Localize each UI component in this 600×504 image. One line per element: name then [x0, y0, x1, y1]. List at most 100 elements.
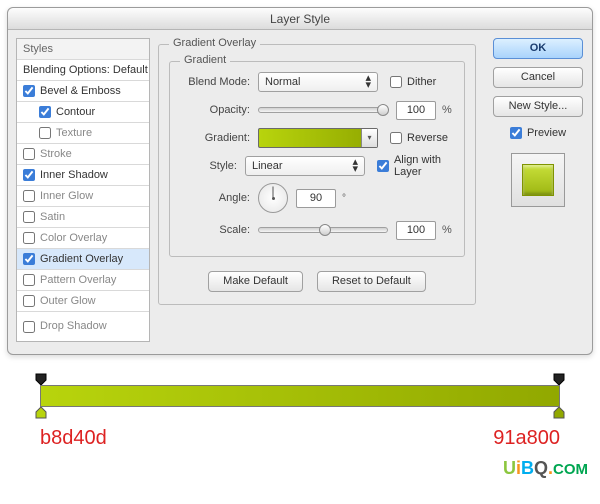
checkbox-inner-shadow[interactable]	[23, 169, 35, 181]
sidebar-item-contour[interactable]: Contour	[17, 102, 149, 123]
checkbox-align-input[interactable]	[377, 160, 389, 172]
checkbox-contour[interactable]	[39, 106, 51, 118]
sidebar-item-gradient-overlay[interactable]: Gradient Overlay	[17, 249, 149, 270]
hex-right: 91a800	[493, 427, 560, 450]
label-angle: Angle:	[180, 192, 258, 204]
slider-knob[interactable]	[319, 224, 331, 236]
dialog-body: Styles Blending Options: Default Bevel &…	[8, 30, 592, 354]
group-gradient: Gradient Blend Mode: Normal ▴▾ Dither Op…	[169, 61, 465, 257]
sidebar-item-bevel-emboss[interactable]: Bevel & Emboss	[17, 81, 149, 102]
sidebar-header-styles[interactable]: Styles	[17, 39, 149, 60]
sidebar-label: Blending Options: Default	[23, 60, 148, 81]
unit-degree: °	[342, 193, 346, 204]
checkbox-align-label: Align with Layer	[394, 154, 454, 178]
sidebar-label: Pattern Overlay	[40, 270, 116, 291]
sidebar-item-outer-glow[interactable]: Outer Glow	[17, 291, 149, 312]
checkbox-dither-label: Dither	[407, 76, 436, 88]
select-style[interactable]: Linear ▴▾	[245, 156, 365, 176]
watermark: UiBQ.CoM	[0, 458, 588, 479]
hex-labels: b8d40d 91a800	[40, 427, 560, 450]
angle-dial[interactable]	[258, 183, 288, 213]
checkbox-outer-glow[interactable]	[23, 295, 35, 307]
checkbox-dither-input[interactable]	[390, 76, 402, 88]
checkbox-gradient-overlay[interactable]	[23, 253, 35, 265]
right-column: OK Cancel New Style... Preview	[486, 38, 582, 342]
sidebar-item-satin[interactable]: Satin	[17, 207, 149, 228]
row-style: Style: Linear ▴▾ Align with Layer	[180, 152, 454, 180]
gradient-swatch[interactable]: ▾	[258, 128, 378, 148]
sidebar-label: Stroke	[40, 144, 72, 165]
sidebar-item-pattern-overlay[interactable]: Pattern Overlay	[17, 270, 149, 291]
checkbox-satin[interactable]	[23, 211, 35, 223]
slider-opacity[interactable]	[258, 107, 388, 113]
sidebar-item-blending-options[interactable]: Blending Options: Default	[17, 60, 149, 81]
opacity-stop-right[interactable]	[553, 373, 565, 385]
checkbox-align-layer[interactable]: Align with Layer	[377, 154, 454, 178]
sidebar-label: Outer Glow	[40, 291, 96, 312]
checkbox-preview[interactable]: Preview	[510, 127, 566, 139]
row-opacity: Opacity: 100 %	[180, 96, 454, 124]
subgroup-title: Gradient	[180, 54, 230, 66]
sidebar-label: Inner Shadow	[40, 165, 108, 186]
label-gradient: Gradient:	[180, 132, 258, 144]
gradient-dropdown-icon[interactable]: ▾	[361, 129, 377, 147]
opacity-stop-left[interactable]	[35, 373, 47, 385]
styles-sidebar: Styles Blending Options: Default Bevel &…	[16, 38, 150, 342]
checkbox-color-overlay[interactable]	[23, 232, 35, 244]
checkbox-stroke[interactable]	[23, 148, 35, 160]
row-angle: Angle: 90 °	[180, 180, 454, 216]
preview-box	[511, 153, 565, 207]
checkbox-reverse-input[interactable]	[390, 132, 402, 144]
preview-swatch	[522, 164, 554, 196]
checkbox-drop-shadow[interactable]	[23, 321, 35, 333]
chevrons-icon: ▴▾	[352, 159, 358, 173]
sidebar-item-stroke[interactable]: Stroke	[17, 144, 149, 165]
label-blend-mode: Blend Mode:	[180, 76, 258, 88]
checkbox-texture[interactable]	[39, 127, 51, 139]
sidebar-item-inner-shadow[interactable]: Inner Shadow	[17, 165, 149, 186]
sidebar-label: Contour	[56, 102, 95, 123]
ok-button[interactable]: OK	[493, 38, 583, 59]
checkbox-pattern-overlay[interactable]	[23, 274, 35, 286]
slider-knob[interactable]	[377, 104, 389, 116]
reset-default-button[interactable]: Reset to Default	[317, 271, 426, 292]
select-blend-mode[interactable]: Normal ▴▾	[258, 72, 378, 92]
checkbox-inner-glow[interactable]	[23, 190, 35, 202]
sidebar-item-color-overlay[interactable]: Color Overlay	[17, 228, 149, 249]
input-opacity[interactable]: 100	[396, 101, 436, 120]
label-scale: Scale:	[180, 224, 258, 236]
row-blend-mode: Blend Mode: Normal ▴▾ Dither	[180, 68, 454, 96]
make-default-button[interactable]: Make Default	[208, 271, 303, 292]
sidebar-item-inner-glow[interactable]: Inner Glow	[17, 186, 149, 207]
row-gradient: Gradient: ▾ Reverse	[180, 124, 454, 152]
slider-scale[interactable]	[258, 227, 388, 233]
new-style-button[interactable]: New Style...	[493, 96, 583, 117]
checkbox-preview-input[interactable]	[510, 127, 522, 139]
select-value: Normal	[265, 76, 300, 88]
cancel-button[interactable]: Cancel	[493, 67, 583, 88]
sidebar-label: Drop Shadow	[40, 316, 107, 337]
hex-left: b8d40d	[40, 427, 107, 450]
sidebar-label: Gradient Overlay	[40, 249, 123, 270]
select-value: Linear	[252, 160, 283, 172]
sidebar-label: Color Overlay	[40, 228, 107, 249]
group-title: Gradient Overlay	[169, 37, 260, 49]
input-scale[interactable]: 100	[396, 221, 436, 240]
color-stop-left[interactable]	[35, 407, 47, 419]
sidebar-label: Satin	[40, 207, 65, 228]
default-buttons: Make Default Reset to Default	[169, 271, 465, 292]
sidebar-label: Bevel & Emboss	[40, 81, 121, 102]
input-angle[interactable]: 90	[296, 189, 336, 208]
sidebar-item-texture[interactable]: Texture	[17, 123, 149, 144]
sidebar-label: Texture	[56, 123, 92, 144]
sidebar-item-drop-shadow[interactable]: Drop Shadow	[17, 312, 149, 341]
checkbox-dither[interactable]: Dither	[390, 76, 436, 88]
color-stop-right[interactable]	[553, 407, 565, 419]
dial-center	[272, 197, 275, 200]
checkbox-bevel-emboss[interactable]	[23, 85, 35, 97]
unit-percent: %	[442, 224, 452, 236]
checkbox-reverse[interactable]: Reverse	[390, 132, 448, 144]
chevrons-icon: ▴▾	[365, 75, 371, 89]
gradient-bar[interactable]	[40, 385, 560, 407]
window-title: Layer Style	[8, 8, 592, 30]
